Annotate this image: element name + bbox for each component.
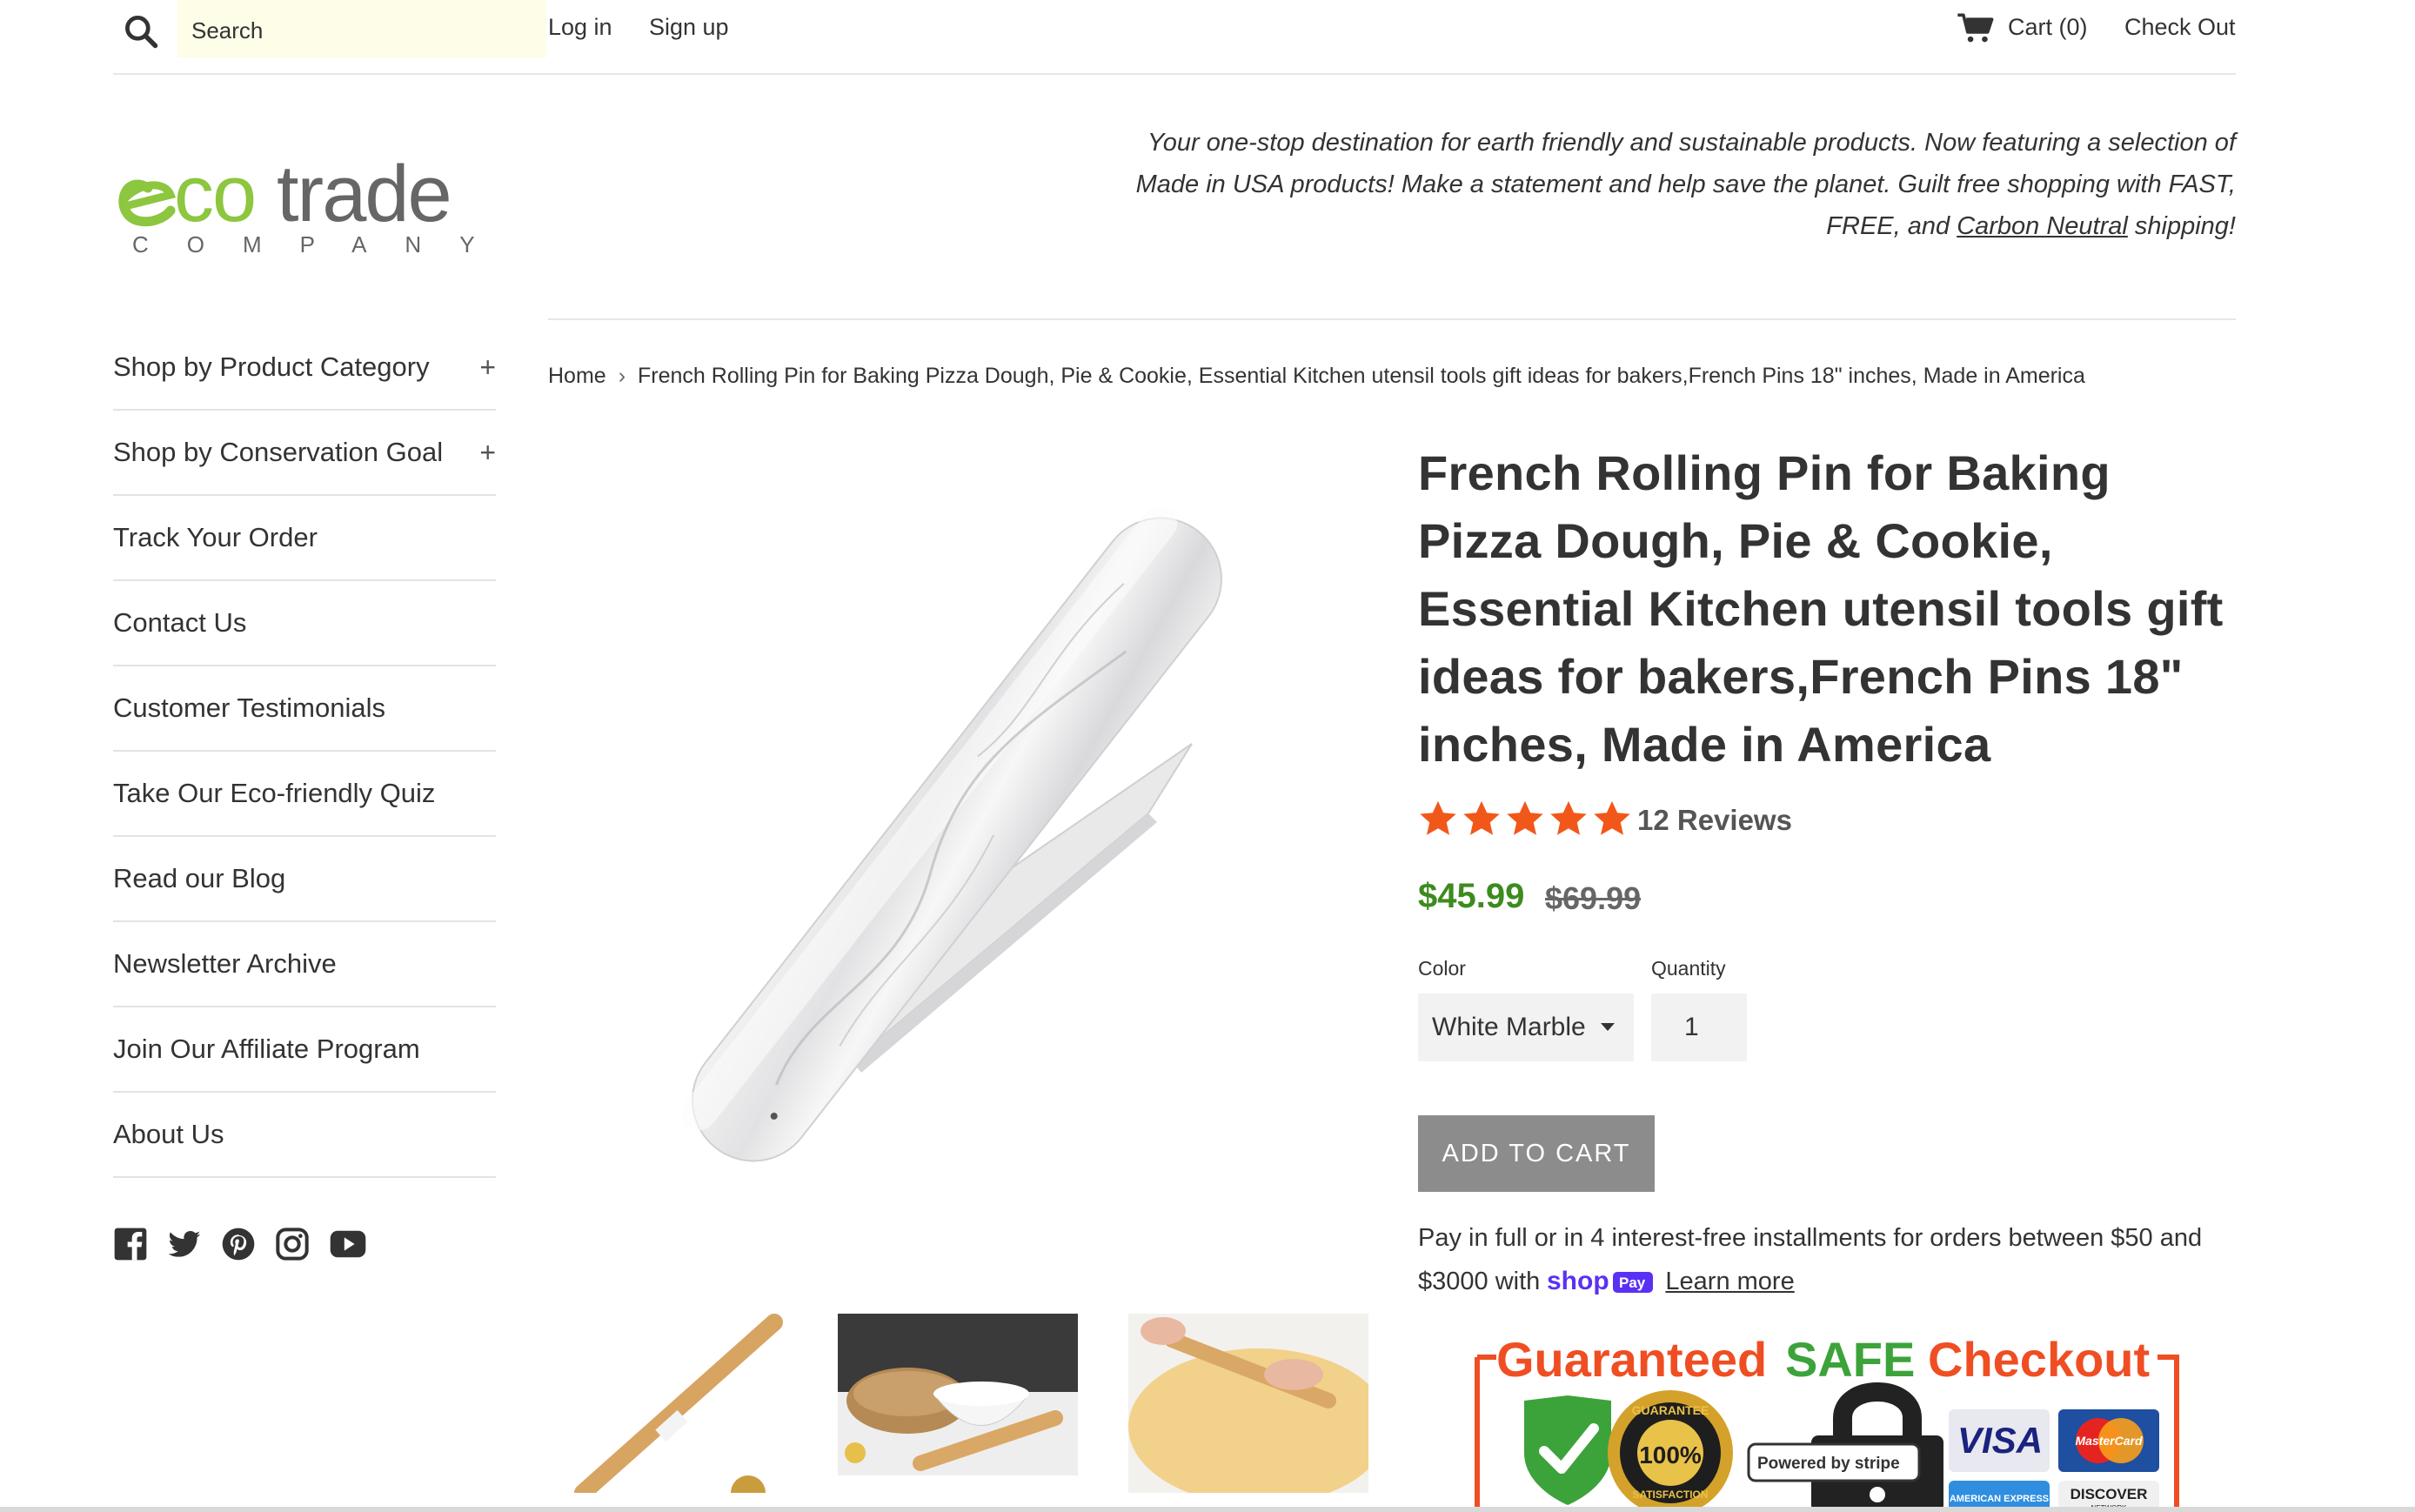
bottom-edge <box>0 1507 2415 1512</box>
guarantee-seal-icon: GUARANTEE 100% SATISFACTION <box>1608 1390 1733 1512</box>
shop-pay-logo: shop Pay <box>1547 1261 1658 1304</box>
sidebar-item-testimonials[interactable]: Customer Testimonials <box>113 666 496 752</box>
sidebar-item-newsletter-archive[interactable]: Newsletter Archive <box>113 922 496 1007</box>
star-rating[interactable] <box>1418 799 1632 839</box>
tagline: Your one-stop destination for earth frie… <box>1105 122 2236 247</box>
product-main-image[interactable] <box>548 413 1366 1266</box>
divider <box>548 318 2236 320</box>
shield-check-icon <box>1524 1395 1611 1505</box>
ecotrade-logo[interactable]: co trade COMPANY <box>113 137 522 259</box>
sidebar-nav: Shop by Product Category + Shop by Conser… <box>113 325 496 1178</box>
sidebar-item-label: About Us <box>113 1119 224 1149</box>
breadcrumb-separator: › <box>618 364 626 388</box>
youtube-icon[interactable] <box>329 1227 367 1261</box>
sidebar-item-label: Newsletter Archive <box>113 948 337 979</box>
badge-title-3: Checkout <box>1928 1332 2150 1387</box>
sidebar-item-track-order[interactable]: Track Your Order <box>113 496 496 581</box>
expand-plus-icon[interactable]: + <box>479 351 496 384</box>
cart-icon[interactable] <box>1956 12 1994 43</box>
twitter-icon[interactable] <box>167 1227 202 1261</box>
search-input[interactable] <box>190 9 541 52</box>
sale-price: $45.99 <box>1418 877 1525 915</box>
svg-text:co: co <box>174 150 255 238</box>
sidebar-item-label: Shop by Product Category <box>113 351 430 382</box>
quantity-label: Quantity <box>1651 957 1726 980</box>
mastercard-text: MasterCard <box>2075 1434 2142 1448</box>
amex-text: AMERICAN EXPRESS <box>1950 1494 2049 1504</box>
installments-text: Pay in full or in 4 interest-free instal… <box>1418 1224 2203 1295</box>
star-icon <box>1420 800 1456 835</box>
breadcrumb-home[interactable]: Home <box>548 364 606 388</box>
installments-info: Pay in full or in 4 interest-free instal… <box>1418 1216 2244 1304</box>
star-icon <box>1507 800 1543 835</box>
sidebar-item-about-us[interactable]: About Us <box>113 1093 496 1178</box>
star-icon <box>1594 800 1630 835</box>
seal-pct-text: 100% <box>1639 1442 1702 1469</box>
reviews-count-link[interactable]: 12 Reviews <box>1637 804 1792 837</box>
sidebar-item-shop-by-product-category[interactable]: Shop by Product Category + <box>113 325 496 411</box>
thumbnail-bread-bowl[interactable] <box>838 1314 1078 1475</box>
sidebar-item-shop-by-conservation-goal[interactable]: Shop by Conservation Goal + <box>113 411 496 496</box>
chevron-down-icon <box>1601 1023 1615 1031</box>
search-icon[interactable] <box>122 12 160 50</box>
instagram-icon[interactable] <box>275 1227 310 1261</box>
seal-top-text: GUARANTEE <box>1632 1403 1709 1417</box>
discover-text: DISCOVER <box>2070 1486 2148 1502</box>
badge-title-2: SAFE <box>1785 1332 1915 1387</box>
lock-icon: Powered by stripe <box>1747 1382 1943 1512</box>
visa-card-icon: VISA <box>1949 1409 2050 1472</box>
carbon-neutral-link[interactable]: Carbon Neutral <box>1957 212 2128 240</box>
safe-checkout-badge: Guaranteed SAFE Checkout GUARANTEE 100% … <box>1475 1332 2179 1512</box>
sidebar-item-eco-quiz[interactable]: Take Our Eco-friendly Quiz <box>113 752 496 837</box>
star-icon <box>1550 800 1587 835</box>
shoppay-pay-text: Pay <box>1619 1274 1646 1291</box>
compare-price: $69.99 <box>1545 880 1642 916</box>
top-bar: Log in Sign up Cart (0) Check Out <box>113 0 2236 75</box>
facebook-icon[interactable] <box>113 1227 148 1261</box>
signup-link[interactable]: Sign up <box>649 14 729 41</box>
color-select[interactable]: White Marble <box>1418 994 1634 1061</box>
learn-more-link[interactable]: Learn more <box>1665 1268 1794 1295</box>
sidebar-item-label: Track Your Order <box>113 522 318 552</box>
star-icon <box>1463 800 1500 835</box>
breadcrumb: Home › French Rolling Pin for Baking Pizza… <box>548 364 2085 389</box>
quantity-input[interactable]: 1 <box>1651 994 1747 1061</box>
sidebar-item-label: Take Our Eco-friendly Quiz <box>113 778 436 808</box>
login-link[interactable]: Log in <box>548 14 612 41</box>
product-title: French Rolling Pin for Baking Pizza Doug… <box>1418 445 2224 772</box>
sidebar-item-blog[interactable]: Read our Blog <box>113 837 496 922</box>
sidebar-item-label: Join Our Affiliate Program <box>113 1034 420 1064</box>
color-label: Color <box>1418 957 1466 980</box>
thumbnail-dough-rolling[interactable] <box>1128 1314 1368 1493</box>
tagline-text-end: shipping! <box>2127 212 2236 240</box>
sidebar-item-contact-us[interactable]: Contact Us <box>113 581 496 666</box>
badge-title-1: Guaranteed <box>1496 1332 1767 1387</box>
mastercard-icon: MasterCard <box>2058 1409 2159 1472</box>
quantity-value: 1 <box>1684 1013 1699 1041</box>
visa-text: VISA <box>1957 1420 2043 1461</box>
checkout-link[interactable]: Check Out <box>2124 14 2236 41</box>
svg-text:trade: trade <box>277 150 451 238</box>
stripe-text: Powered by stripe <box>1757 1455 1900 1473</box>
sidebar-item-affiliate-program[interactable]: Join Our Affiliate Program <box>113 1007 496 1093</box>
add-to-cart-button[interactable]: ADD TO CART <box>1418 1115 1655 1192</box>
shoppay-shop-text: shop <box>1547 1268 1609 1295</box>
thumbnail-rolling-pin[interactable] <box>548 1314 788 1493</box>
expand-plus-icon[interactable]: + <box>479 437 496 469</box>
breadcrumb-current: French Rolling Pin for Baking Pizza Doug… <box>638 364 2085 388</box>
seal-bottom-text: SATISFACTION <box>1632 1489 1708 1501</box>
social-links <box>113 1227 367 1261</box>
sidebar-item-label: Read our Blog <box>113 863 286 893</box>
color-select-value: White Marble <box>1432 1013 1586 1041</box>
sidebar-item-label: Shop by Conservation Goal <box>113 437 444 467</box>
sidebar-item-label: Contact Us <box>113 607 247 638</box>
cart-link[interactable]: Cart (0) <box>2008 14 2088 41</box>
logo-subtitle: COMPANY <box>132 231 513 258</box>
pinterest-icon[interactable] <box>221 1227 256 1261</box>
sidebar-item-label: Customer Testimonials <box>113 692 385 723</box>
